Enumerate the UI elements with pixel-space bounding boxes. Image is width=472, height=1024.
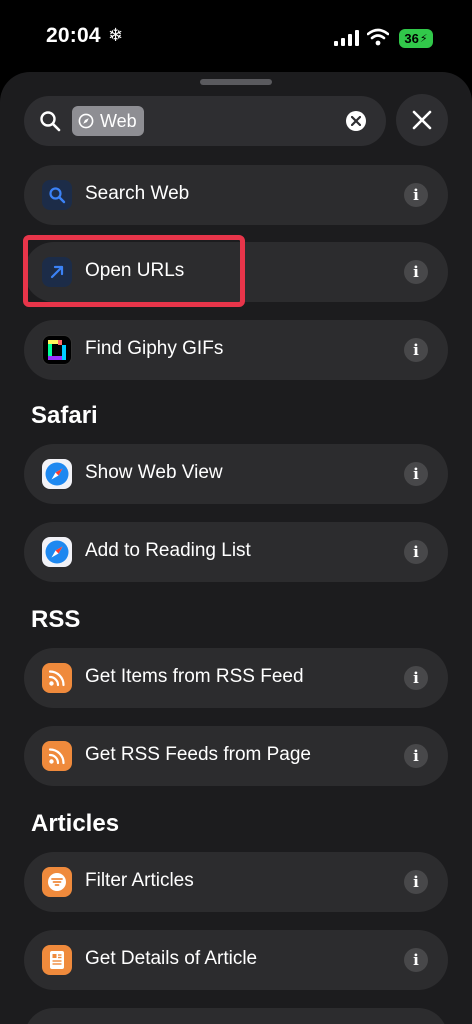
clear-search-icon[interactable]: [346, 111, 366, 131]
info-icon[interactable]: i: [404, 870, 428, 894]
action-row-filter-articles[interactable]: Filter Articles i: [24, 852, 448, 912]
battery-level: 36: [404, 31, 419, 46]
info-icon[interactable]: i: [404, 183, 428, 207]
battery-icon: 36 ⚡: [399, 29, 433, 48]
compass-icon: [78, 113, 94, 129]
close-icon: [412, 110, 432, 130]
search-token[interactable]: Web: [72, 106, 144, 136]
action-label: Get Details of Article: [85, 948, 258, 969]
action-row-get-items-from-rss-feed[interactable]: Get Items from RSS Feed i: [24, 648, 448, 708]
action-label: Add to Reading List: [85, 540, 251, 561]
status-time: 20:04: [46, 24, 101, 47]
action-picker-sheet: Web Search Web i Open URLs i Find Giphy …: [0, 72, 472, 1024]
action-label: Get Items from RSS Feed: [85, 666, 304, 687]
action-label: Filter Articles: [85, 870, 194, 891]
info-icon[interactable]: i: [404, 948, 428, 972]
info-icon[interactable]: i: [404, 540, 428, 564]
info-icon[interactable]: i: [404, 462, 428, 486]
info-icon[interactable]: i: [404, 260, 428, 284]
info-icon[interactable]: i: [404, 666, 428, 690]
close-button[interactable]: [396, 94, 448, 146]
info-icon[interactable]: i: [404, 744, 428, 768]
section-title-articles: Articles: [31, 810, 120, 837]
charging-bolt-icon: ⚡: [419, 33, 428, 45]
action-row-get-rss-feeds-from-page[interactable]: Get RSS Feeds from Page i: [24, 726, 448, 786]
action-label: Find Giphy GIFs: [85, 338, 224, 359]
rss-icon: [42, 663, 72, 693]
filter-icon: [42, 867, 72, 897]
signal-icon: [334, 30, 359, 46]
sheet-grabber[interactable]: [200, 79, 272, 85]
search-icon: [40, 111, 61, 132]
action-label: Show Web View: [85, 462, 223, 483]
section-title-safari: Safari: [31, 402, 98, 429]
wifi-icon: [367, 28, 389, 46]
search-input[interactable]: Web: [24, 96, 386, 146]
search-token-label: Web: [100, 110, 137, 131]
info-icon[interactable]: i: [404, 338, 428, 362]
highlight-annotation: [23, 235, 245, 307]
action-row-add-to-reading-list[interactable]: Add to Reading List i: [24, 522, 448, 582]
article-icon: [42, 945, 72, 975]
action-row-show-web-view[interactable]: Show Web View i: [24, 444, 448, 504]
status-bar: 20:04 ❄ 36 ⚡: [0, 0, 472, 72]
search-icon: [42, 180, 72, 210]
giphy-icon: [42, 335, 72, 365]
safari-icon: [42, 459, 72, 489]
action-row-get-details-of-article[interactable]: Get Details of Article i: [24, 930, 448, 990]
safari-icon: [42, 537, 72, 567]
action-label: Search Web: [85, 183, 190, 204]
section-title-rss: RSS: [31, 606, 81, 633]
action-row-find-giphy-gifs[interactable]: Find Giphy GIFs i: [24, 320, 448, 380]
action-row-search-web[interactable]: Search Web i: [24, 165, 448, 225]
action-label: Get RSS Feeds from Page: [85, 744, 311, 765]
action-row-partial[interactable]: [24, 1008, 448, 1024]
snowflake-icon: ❄: [108, 25, 124, 45]
rss-icon: [42, 741, 72, 771]
